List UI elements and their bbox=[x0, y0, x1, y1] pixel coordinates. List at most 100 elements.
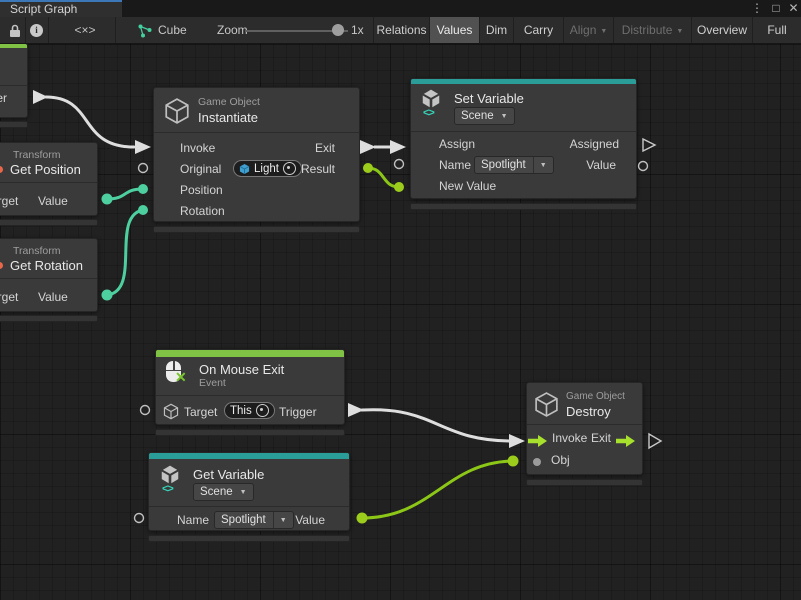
wire-trigger-to-invoke[interactable] bbox=[46, 97, 134, 147]
wire-getrotation-to-rotation[interactable] bbox=[107, 210, 143, 295]
node-subtitle: Event bbox=[199, 377, 226, 389]
window-maximize-icon[interactable]: □ bbox=[768, 0, 784, 17]
port-label-trigger: Trigger bbox=[279, 405, 317, 419]
game-object-cube-icon bbox=[164, 97, 190, 125]
node-on-mouse-exit[interactable]: ✕ On Mouse Exit Event Target This Trigge… bbox=[155, 349, 345, 425]
chevron-down-icon: ▼ bbox=[240, 489, 247, 496]
node-separator bbox=[0, 278, 97, 279]
port-exit-out-destroy-external[interactable] bbox=[649, 434, 661, 448]
window-close-icon[interactable]: ✕ bbox=[786, 0, 801, 17]
port-invoke-in-destroy[interactable] bbox=[509, 434, 525, 448]
port-exit-out-instantiate[interactable] bbox=[360, 140, 376, 154]
variable-name-dropdown[interactable]: Spotlight ▼ bbox=[214, 511, 294, 529]
carry-button[interactable]: Carry bbox=[513, 17, 563, 43]
dim-button[interactable]: Dim bbox=[479, 17, 513, 43]
original-object-field[interactable]: Light bbox=[233, 160, 302, 177]
event-accent-bar bbox=[156, 350, 344, 357]
node-footer bbox=[410, 203, 637, 210]
zoom-label: Zoom bbox=[217, 17, 248, 43]
port-value-out-getposition[interactable] bbox=[102, 194, 113, 205]
port-position-in-instantiate[interactable] bbox=[138, 184, 148, 194]
port-name-in-setvariable[interactable] bbox=[395, 160, 404, 169]
zoom-value: 1x bbox=[351, 17, 364, 43]
variable-scope-dropdown[interactable]: Scene▼ bbox=[454, 107, 515, 125]
node-get-position[interactable]: Transform Get Position Target Value bbox=[0, 142, 98, 216]
port-result-out-instantiate[interactable] bbox=[363, 163, 373, 173]
port-newvalue-in-setvariable[interactable] bbox=[394, 182, 404, 192]
port-label-invoke: Invoke bbox=[180, 141, 215, 155]
tab-script-graph[interactable]: Script Graph bbox=[0, 0, 122, 17]
distribute-button[interactable]: Distribute▼ bbox=[613, 17, 691, 43]
variable-scope-dropdown[interactable]: Scene▼ bbox=[193, 483, 254, 501]
transform-icon bbox=[0, 166, 3, 173]
lock-icon[interactable] bbox=[9, 24, 21, 38]
port-assign-in-setvariable[interactable] bbox=[390, 140, 406, 154]
node-title: On Mouse Exit bbox=[199, 362, 284, 377]
port-label-original: Original bbox=[180, 162, 221, 176]
x-mark-icon: ✕ bbox=[175, 370, 187, 384]
port-label-target: Target bbox=[0, 290, 18, 304]
port-label-invoke: Invoke bbox=[552, 431, 587, 445]
port-assigned-out-setvariable[interactable] bbox=[643, 139, 655, 151]
port-trigger-out-clipped[interactable] bbox=[33, 90, 48, 104]
values-button[interactable]: Values bbox=[429, 17, 479, 43]
transform-icon bbox=[0, 262, 3, 269]
node-title: Destroy bbox=[566, 404, 611, 419]
node-category: Transform bbox=[13, 149, 60, 161]
node-clipped-event[interactable]: Trigger bbox=[0, 44, 28, 118]
wire-result-to-newvalue[interactable] bbox=[368, 168, 399, 187]
port-trigger-out-onmouseexit[interactable] bbox=[348, 403, 364, 417]
toolbar-separator bbox=[115, 17, 116, 43]
window-menu-icon[interactable]: ⋮ bbox=[750, 0, 764, 17]
port-value-out-getvariable[interactable] bbox=[357, 513, 368, 524]
overview-button[interactable]: Overview bbox=[691, 17, 752, 43]
port-target-in-onmouseexit[interactable] bbox=[141, 406, 150, 415]
node-get-rotation[interactable]: Transform Get Rotation Target Value bbox=[0, 238, 98, 312]
variable-accent-bar bbox=[149, 453, 349, 459]
zoom-slider-handle[interactable] bbox=[332, 24, 344, 36]
node-instantiate[interactable]: Game Object Instantiate Invoke Exit Orig… bbox=[153, 87, 360, 222]
graph-breadcrumb[interactable]: Cube bbox=[158, 17, 187, 43]
port-name-in-getvariable[interactable] bbox=[135, 514, 144, 523]
port-label-value: Value bbox=[38, 194, 68, 208]
object-picker-icon[interactable] bbox=[256, 404, 269, 417]
port-label-target: Target bbox=[0, 194, 18, 208]
unity-object-icon bbox=[239, 163, 250, 175]
node-title: Instantiate bbox=[198, 110, 258, 125]
port-label-value: Value bbox=[586, 158, 616, 172]
full-screen-button[interactable]: Full Screen bbox=[752, 17, 801, 43]
port-rotation-in-instantiate[interactable] bbox=[138, 205, 148, 215]
object-field-value: This bbox=[230, 405, 252, 417]
wire-trigger-to-destroy-invoke[interactable] bbox=[362, 410, 512, 441]
toolbar-separator bbox=[25, 17, 26, 43]
node-set-variable[interactable]: <> Set Variable Scene▼ Assign Assigned N… bbox=[410, 78, 637, 199]
port-label-result: Result bbox=[301, 162, 335, 176]
port-label-name: Name bbox=[177, 513, 209, 527]
port-invoke-in-instantiate[interactable] bbox=[135, 140, 151, 154]
node-category: Game Object bbox=[198, 96, 260, 108]
port-value-out-getrotation[interactable] bbox=[102, 290, 113, 301]
wire-getvariable-to-obj[interactable] bbox=[362, 461, 513, 518]
wire-getposition-to-position[interactable] bbox=[107, 189, 143, 199]
node-destroy[interactable]: Game Object Destroy Invoke Exit Obj bbox=[526, 382, 643, 475]
relations-button[interactable]: Relations bbox=[373, 17, 429, 43]
graph-canvas[interactable]: Trigger Transform Get Position Target Va… bbox=[0, 44, 801, 600]
code-view-icon[interactable]: <×> bbox=[68, 17, 102, 43]
node-separator bbox=[0, 182, 97, 183]
chevron-down-icon: ▼ bbox=[540, 162, 547, 169]
object-picker-icon[interactable] bbox=[283, 162, 296, 175]
node-get-variable[interactable]: <> Get Variable Scene▼ Name Spotlight ▼ … bbox=[148, 452, 350, 531]
target-object-field[interactable]: This bbox=[224, 402, 275, 419]
node-separator bbox=[149, 506, 349, 507]
node-title: Get Rotation bbox=[10, 258, 83, 273]
info-icon[interactable]: i bbox=[30, 24, 43, 37]
port-original-in-instantiate[interactable] bbox=[139, 164, 148, 173]
node-footer bbox=[526, 479, 643, 486]
port-value-out-setvariable[interactable] bbox=[639, 162, 648, 171]
port-label-assign: Assign bbox=[439, 137, 475, 151]
align-button[interactable]: Align▼ bbox=[563, 17, 613, 43]
chevron-down-icon: ▼ bbox=[676, 28, 683, 35]
variable-name-dropdown[interactable]: Spotlight ▼ bbox=[474, 156, 554, 174]
tab-title: Script Graph bbox=[10, 2, 77, 16]
port-obj-in-destroy-external[interactable] bbox=[508, 456, 519, 467]
